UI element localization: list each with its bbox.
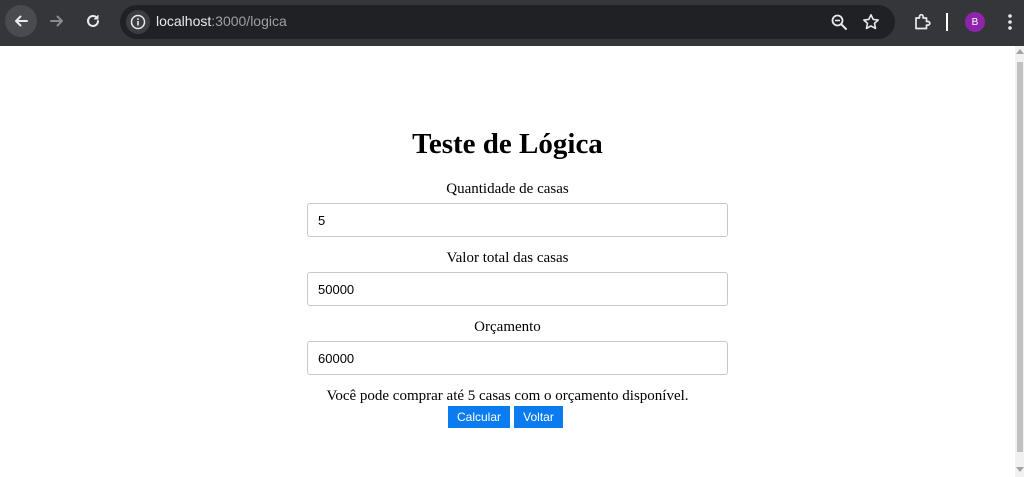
quantity-input[interactable] <box>307 203 728 237</box>
profile-avatar[interactable]: B <box>965 12 985 32</box>
zoom-button[interactable] <box>828 11 850 33</box>
budget-input[interactable] <box>307 341 728 375</box>
reload-button[interactable] <box>77 5 109 37</box>
back-button-page[interactable]: Voltar <box>514 406 563 428</box>
extensions-button[interactable] <box>910 10 934 34</box>
quantity-label: Quantidade de casas <box>446 181 569 197</box>
scroll-down-arrow-icon[interactable] <box>1016 467 1024 472</box>
kebab-menu-icon <box>1008 14 1012 30</box>
url-path: :3000/logica <box>211 13 287 29</box>
total-value-input[interactable] <box>307 272 728 306</box>
site-info-button[interactable] <box>126 10 150 34</box>
url-host: localhost <box>156 13 212 29</box>
site-info-icon <box>130 14 146 30</box>
page-title: Teste de Lógica <box>412 128 603 160</box>
forward-button[interactable] <box>41 5 73 37</box>
address-bar[interactable]: localhost:3000/logica <box>120 5 895 39</box>
calculate-button[interactable]: Calcular <box>448 406 510 428</box>
browser-toolbar: localhost:3000/logica B <box>0 0 1024 46</box>
back-arrow-icon <box>15 15 28 27</box>
page-content: Teste de Lógica Quantidade de casas Valo… <box>0 46 1015 477</box>
result-text: Você pode comprar até 5 casas com o orça… <box>326 388 689 404</box>
zoom-icon <box>831 14 847 30</box>
extensions-icon <box>915 13 931 30</box>
budget-label: Orçamento <box>474 319 541 335</box>
star-icon <box>863 14 879 30</box>
reload-icon <box>87 14 99 27</box>
total-value-label: Valor total das casas <box>446 250 569 266</box>
url-text[interactable]: localhost:3000/logica <box>156 13 287 29</box>
scrollbar-thumb[interactable] <box>1017 62 1023 452</box>
forward-arrow-icon <box>50 15 63 27</box>
toolbar-divider <box>946 13 948 31</box>
scroll-up-arrow-icon[interactable] <box>1016 49 1024 54</box>
browser-menu-button[interactable] <box>1002 10 1018 34</box>
back-button[interactable] <box>5 5 37 37</box>
bookmark-button[interactable] <box>860 11 882 33</box>
